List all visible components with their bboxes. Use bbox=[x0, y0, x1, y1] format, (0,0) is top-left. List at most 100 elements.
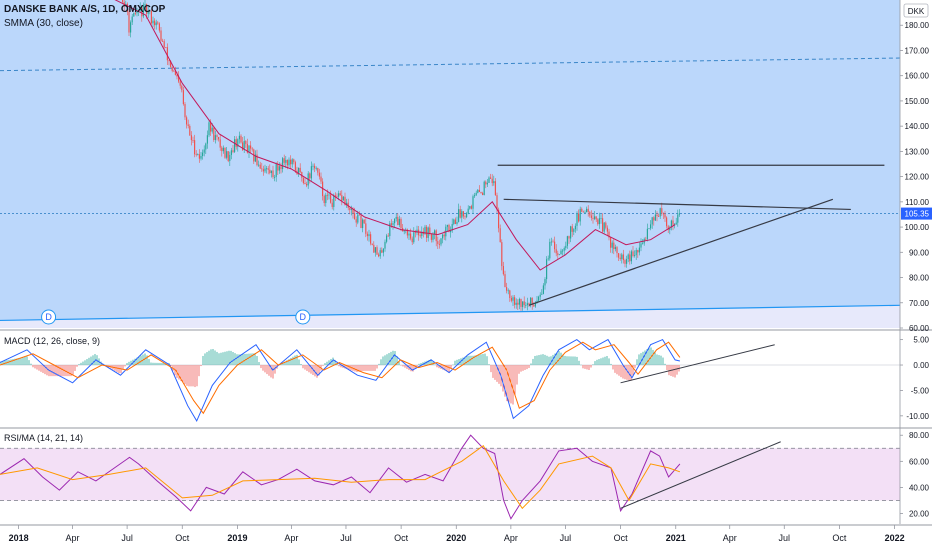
candle-body[interactable] bbox=[371, 243, 373, 245]
candle-body[interactable] bbox=[542, 285, 544, 294]
candle-body[interactable] bbox=[488, 177, 490, 183]
candle-body[interactable] bbox=[619, 257, 621, 260]
candle-body[interactable] bbox=[661, 208, 663, 213]
candle-body[interactable] bbox=[672, 220, 674, 225]
candle-body[interactable] bbox=[594, 216, 596, 219]
candle-body[interactable] bbox=[549, 241, 551, 259]
candle-body[interactable] bbox=[333, 195, 335, 207]
candle-body[interactable] bbox=[509, 290, 511, 299]
candle-body[interactable] bbox=[251, 148, 253, 150]
candle-body[interactable] bbox=[533, 305, 535, 307]
time-axis[interactable]: 2018 Apr Jul Oct 2019 Apr Jul Oct 2020 Apr Jul Oct 2… bbox=[0, 524, 932, 550]
candle-body[interactable] bbox=[245, 140, 247, 144]
candle-body[interactable] bbox=[290, 159, 292, 165]
macd-legend[interactable]: MACD (12, 26, close, 9) bbox=[4, 336, 100, 346]
candle-body[interactable] bbox=[267, 168, 269, 170]
candle-body[interactable] bbox=[592, 217, 594, 219]
candle-body[interactable] bbox=[616, 247, 618, 254]
candle-body[interactable] bbox=[130, 22, 132, 33]
candle-body[interactable] bbox=[390, 223, 392, 225]
candle-body[interactable] bbox=[206, 135, 208, 144]
candle-body[interactable] bbox=[238, 135, 240, 140]
candle-body[interactable] bbox=[654, 214, 656, 221]
candle-body[interactable] bbox=[523, 301, 525, 306]
candle-body[interactable] bbox=[259, 164, 261, 169]
candle-body[interactable] bbox=[355, 219, 357, 223]
candle-body[interactable] bbox=[214, 135, 216, 141]
candle-body[interactable] bbox=[373, 244, 375, 253]
candle-body[interactable] bbox=[437, 241, 439, 244]
candle-body[interactable] bbox=[552, 241, 554, 243]
candle-body[interactable] bbox=[312, 165, 314, 167]
candle-body[interactable] bbox=[613, 242, 615, 250]
candle-body[interactable] bbox=[650, 224, 652, 229]
candle-body[interactable] bbox=[482, 193, 484, 196]
candle-body[interactable] bbox=[490, 177, 492, 179]
candle-body[interactable] bbox=[234, 139, 236, 152]
price-pane[interactable]: DD bbox=[0, 0, 901, 328]
candle-body[interactable] bbox=[485, 181, 487, 185]
candle-body[interactable] bbox=[555, 249, 557, 254]
candle-body[interactable] bbox=[435, 230, 437, 242]
candle-body[interactable] bbox=[595, 216, 597, 220]
candle-body[interactable] bbox=[659, 208, 661, 217]
rsi-legend[interactable]: RSI/MA (14, 21, 14) bbox=[4, 433, 83, 443]
candle-body[interactable] bbox=[446, 224, 448, 227]
candle-body[interactable] bbox=[158, 23, 160, 31]
candle-body[interactable] bbox=[678, 213, 680, 215]
candle-body[interactable] bbox=[384, 241, 386, 249]
candle-body[interactable] bbox=[318, 172, 320, 177]
candle-body[interactable] bbox=[478, 189, 480, 192]
candle-body[interactable] bbox=[466, 213, 468, 218]
candle-body[interactable] bbox=[349, 207, 351, 210]
candle-body[interactable] bbox=[579, 208, 581, 222]
candle-body[interactable] bbox=[392, 223, 394, 225]
candle-body[interactable] bbox=[547, 258, 549, 260]
candle-body[interactable] bbox=[171, 66, 173, 71]
candle-body[interactable] bbox=[499, 228, 501, 243]
candle-body[interactable] bbox=[658, 216, 660, 217]
candle-body[interactable] bbox=[157, 22, 159, 24]
candle-body[interactable] bbox=[565, 245, 567, 249]
candle-body[interactable] bbox=[491, 178, 493, 184]
candle-body[interactable] bbox=[568, 236, 570, 239]
candle-body[interactable] bbox=[221, 147, 223, 152]
candle-body[interactable] bbox=[472, 196, 474, 209]
candle-body[interactable] bbox=[483, 181, 485, 196]
candle-body[interactable] bbox=[640, 243, 642, 248]
candle-body[interactable] bbox=[379, 250, 381, 257]
candle-body[interactable] bbox=[397, 216, 399, 226]
candle-body[interactable] bbox=[258, 164, 260, 166]
candle-body[interactable] bbox=[414, 232, 416, 234]
candle-body[interactable] bbox=[469, 206, 471, 209]
candle-body[interactable] bbox=[229, 154, 231, 161]
candle-body[interactable] bbox=[213, 127, 215, 141]
candle-body[interactable] bbox=[438, 243, 440, 245]
candle-body[interactable] bbox=[339, 193, 341, 196]
candle-body[interactable] bbox=[518, 298, 520, 305]
candle-body[interactable] bbox=[179, 81, 181, 86]
candle-body[interactable] bbox=[270, 170, 272, 174]
candle-body[interactable] bbox=[430, 233, 432, 240]
candle-body[interactable] bbox=[590, 215, 592, 218]
candle-body[interactable] bbox=[325, 194, 327, 204]
candle-body[interactable] bbox=[382, 248, 384, 253]
candle-body[interactable] bbox=[560, 250, 562, 255]
candle-body[interactable] bbox=[454, 219, 456, 225]
candle-body[interactable] bbox=[357, 214, 359, 223]
candle-body[interactable] bbox=[546, 259, 548, 280]
candle-body[interactable] bbox=[224, 147, 226, 158]
chart-canvas[interactable]: DD 180.00170.00160.00150.00140.00130.001… bbox=[0, 0, 932, 550]
candle-body[interactable] bbox=[626, 258, 628, 264]
candle-body[interactable] bbox=[638, 247, 640, 253]
candle-body[interactable] bbox=[589, 211, 591, 216]
candle-body[interactable] bbox=[576, 213, 578, 226]
candle-body[interactable] bbox=[470, 206, 472, 209]
candle-body[interactable] bbox=[621, 254, 623, 260]
candle-body[interactable] bbox=[320, 176, 322, 182]
candle-body[interactable] bbox=[413, 232, 415, 243]
candle-body[interactable] bbox=[400, 218, 402, 228]
candle-body[interactable] bbox=[264, 168, 266, 172]
candle-body[interactable] bbox=[570, 226, 572, 239]
candle-body[interactable] bbox=[362, 219, 364, 229]
